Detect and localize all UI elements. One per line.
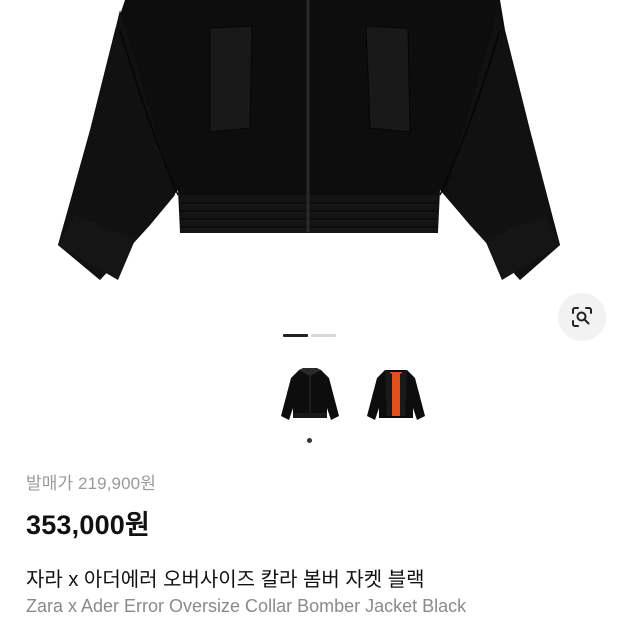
image-search-icon bbox=[572, 307, 592, 327]
product-hero-image[interactable] bbox=[0, 0, 620, 320]
jacket-front-thumbnail bbox=[281, 368, 339, 420]
pager-indicator[interactable] bbox=[311, 334, 336, 337]
thumbnail-open-lining[interactable] bbox=[358, 362, 434, 428]
image-search-button[interactable] bbox=[558, 293, 606, 341]
image-pager bbox=[283, 334, 336, 337]
thumbnail-front[interactable] bbox=[272, 362, 348, 428]
jacket-open-thumbnail bbox=[367, 370, 425, 420]
thumbnail-selected-indicator bbox=[307, 438, 312, 443]
current-price: 353,000원 bbox=[26, 510, 151, 540]
jacket-image bbox=[58, 0, 560, 280]
release-price: 발매가 219,900원 bbox=[26, 474, 156, 493]
pager-indicator-active[interactable] bbox=[283, 334, 308, 337]
product-title-english: Zara x Ader Error Oversize Collar Bomber… bbox=[26, 596, 467, 616]
product-title-korean: 자라 x 아더에러 오버사이즈 칼라 봄버 자켓 블랙 bbox=[26, 569, 425, 591]
thumbnail-strip bbox=[272, 362, 434, 428]
